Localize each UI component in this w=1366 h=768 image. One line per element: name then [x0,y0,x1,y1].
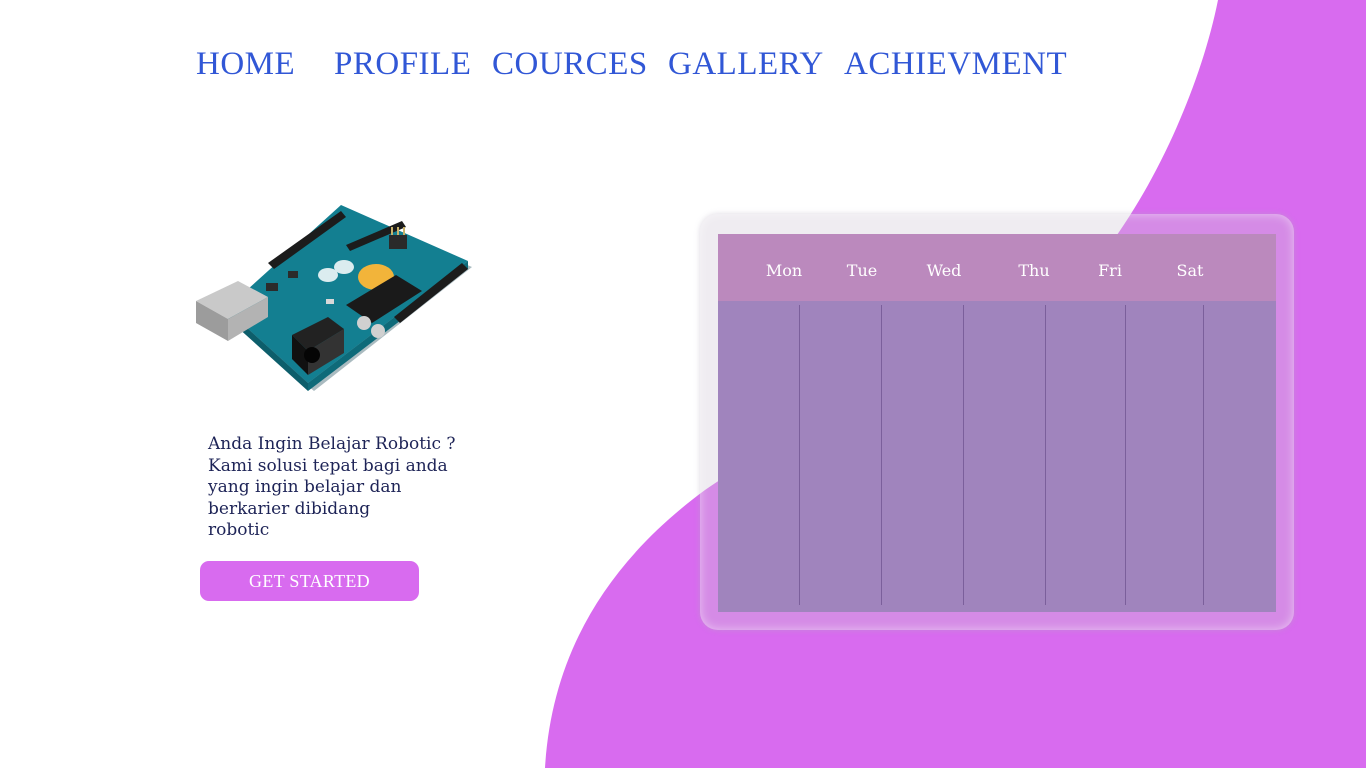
nav-gallery-link[interactable]: GALLERY [668,46,824,83]
get-started-button[interactable]: GET STARTED [200,561,419,601]
day-label-wed: Wed [926,261,962,280]
nav-profile-link[interactable]: PROFILE [334,46,471,83]
day-label-sat: Sat [1176,261,1204,280]
day-label-tue: Tue [846,261,878,280]
hero-text-line: yang ingin belajar dan [208,477,402,497]
arduino-board-image [196,205,472,391]
day-label-mon: Mon [765,261,803,280]
nav-achievement-link[interactable]: ACHIEVMENT [844,46,1067,83]
calendar-column-divider [799,305,800,605]
hero-intro-text: Anda Ingin Belajar Robotic ? Kami solusi… [208,434,468,542]
main-nav: HOME PROFILE COURCES GALLERY ACHIEVMENT [0,46,1366,86]
hero-text-line: berkarier dibidang [208,498,371,519]
hero-text-line: robotic [208,520,270,540]
weekly-calendar: Mon Tue Wed Thu Fri Sat [718,234,1276,612]
page: HOME PROFILE COURCES GALLERY ACHIEVMENT [0,0,1366,768]
hero-text-line: Anda Ingin Belajar Robotic ? [208,434,456,454]
calendar-column-divider [1203,305,1204,605]
day-label-thu: Thu [1018,261,1050,280]
day-label-fri: Fri [1098,261,1122,280]
calendar-column-divider [881,305,882,605]
calendar-column-divider [1125,305,1126,605]
nav-courses-link[interactable]: COURCES [492,46,648,83]
calendar-column-divider [1045,305,1046,605]
calendar-header: Mon Tue Wed Thu Fri Sat [718,234,1276,301]
hero-text-line: Kami solusi tepat bagi anda [208,455,448,476]
nav-home-link[interactable]: HOME [196,46,295,83]
calendar-column-divider [963,305,964,605]
